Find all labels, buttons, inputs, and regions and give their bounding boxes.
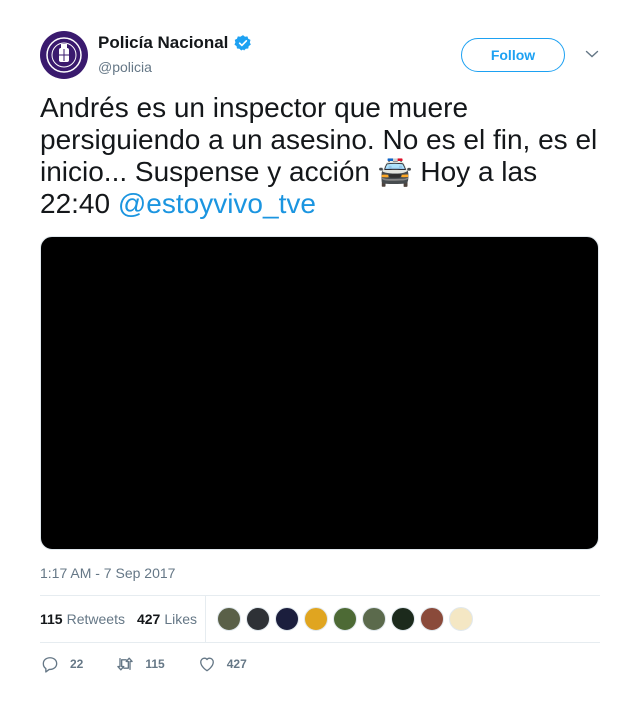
reply-icon bbox=[42, 657, 58, 673]
liker-avatar[interactable] bbox=[275, 607, 299, 631]
chevron-down-icon[interactable] bbox=[585, 49, 599, 59]
liker-avatar[interactable] bbox=[420, 607, 444, 631]
heart-icon bbox=[199, 657, 214, 672]
author-handle[interactable]: @policia bbox=[98, 59, 152, 75]
engagement-stats: 115 Retweets 427 Likes bbox=[40, 596, 209, 642]
tweet-text: Andrés es un inspector que muere persigu… bbox=[40, 92, 605, 220]
police-crest-icon bbox=[46, 37, 82, 73]
author-name-text: Policía Nacional bbox=[98, 33, 229, 52]
verified-badge-icon bbox=[234, 35, 252, 51]
follow-button[interactable]: Follow bbox=[461, 38, 565, 72]
retweets-label: Retweets bbox=[66, 611, 125, 627]
retweets-count: 115 bbox=[40, 611, 63, 627]
tweet-actions: 22 115 427 bbox=[40, 654, 247, 674]
liker-avatar[interactable] bbox=[391, 607, 415, 631]
liker-avatar[interactable] bbox=[217, 607, 241, 631]
retweet-button[interactable]: 115 bbox=[115, 654, 165, 674]
likes-stat[interactable]: 427 Likes bbox=[137, 611, 197, 627]
divider-bottom bbox=[40, 642, 600, 643]
like-button[interactable]: 427 bbox=[197, 654, 247, 674]
retweet-count: 115 bbox=[145, 657, 165, 671]
mention-link[interactable]: @estoyvivo_tve bbox=[118, 188, 316, 219]
tweet-timestamp[interactable]: 1:17 AM - 7 Sep 2017 bbox=[40, 565, 175, 581]
retweet-icon bbox=[117, 657, 134, 671]
stats-separator bbox=[205, 596, 206, 642]
author-name[interactable]: Policía Nacional bbox=[98, 33, 252, 53]
reply-button[interactable]: 22 bbox=[40, 654, 83, 674]
author-avatar[interactable] bbox=[40, 31, 88, 79]
liker-avatar[interactable] bbox=[362, 607, 386, 631]
likes-label: Likes bbox=[164, 611, 197, 627]
reply-count: 22 bbox=[70, 657, 84, 671]
liker-avatar[interactable] bbox=[246, 607, 270, 631]
liker-avatar[interactable] bbox=[449, 607, 473, 631]
retweets-stat[interactable]: 115 Retweets bbox=[40, 611, 125, 627]
liker-avatar[interactable] bbox=[333, 607, 357, 631]
liker-avatars bbox=[217, 607, 478, 631]
like-count: 427 bbox=[226, 657, 247, 671]
video-player[interactable] bbox=[40, 236, 599, 550]
liker-avatar[interactable] bbox=[304, 607, 328, 631]
likes-count: 427 bbox=[136, 611, 161, 627]
